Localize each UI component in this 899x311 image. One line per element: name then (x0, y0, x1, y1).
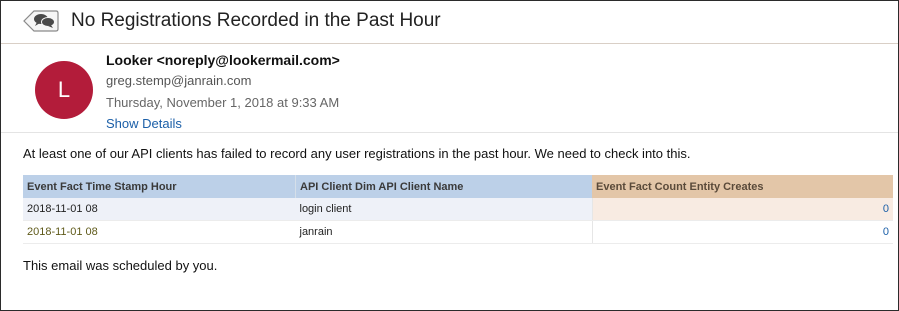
conversation-back-icon[interactable] (23, 10, 59, 32)
table-header-row: Event Fact Time Stamp Hour API Client Di… (23, 175, 893, 198)
cell-time-stamp-hour: 2018-11-01 08 (23, 198, 296, 221)
table-row: 2018-11-01 08 janrain 0 (23, 220, 893, 244)
email-subject: No Registrations Recorded in the Past Ho… (71, 10, 441, 31)
recipient-address: greg.stemp@janrain.com (106, 73, 252, 88)
show-details-link[interactable]: Show Details (106, 116, 182, 131)
email-date: Thursday, November 1, 2018 at 9:33 AM (106, 95, 340, 110)
email-body-text: At least one of our API clients has fail… (23, 146, 691, 161)
sender-avatar: L (35, 61, 93, 119)
table-row: 2018-11-01 08 login client 0 (23, 198, 893, 221)
column-header-count-entity-creates: Event Fact Count Entity Creates (592, 175, 893, 198)
email-window: No Registrations Recorded in the Past Ho… (0, 0, 899, 311)
cell-count-entity-creates[interactable]: 0 (592, 220, 893, 244)
cell-api-client-name: login client (295, 198, 593, 221)
sender-name: Looker <noreply@lookermail.com> (106, 52, 340, 68)
column-header-api-client-name: API Client Dim API Client Name (295, 175, 592, 198)
cell-api-client-name: janrain (295, 220, 593, 244)
email-footer-text: This email was scheduled by you. (23, 258, 218, 273)
cell-count-entity-creates[interactable]: 0 (592, 198, 893, 221)
cell-time-stamp-hour: 2018-11-01 08 (23, 220, 296, 244)
title-bar: No Registrations Recorded in the Past Ho… (1, 1, 898, 44)
column-header-time-stamp-hour: Event Fact Time Stamp Hour (23, 175, 296, 198)
report-table: Event Fact Time Stamp Hour API Client Di… (23, 175, 893, 244)
header-divider (1, 132, 898, 133)
